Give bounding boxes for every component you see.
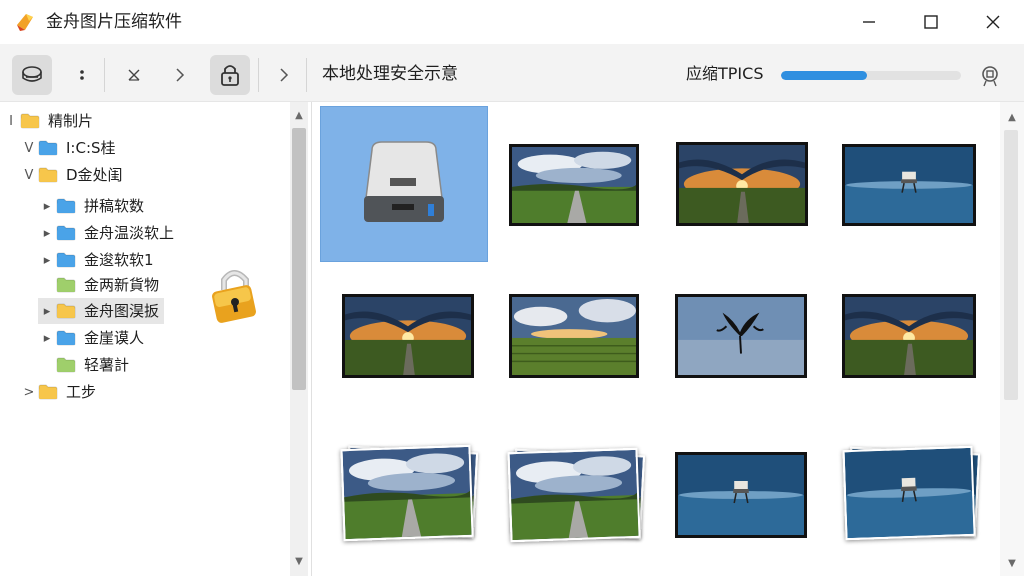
tree-item[interactable]: I 精制片 xyxy=(2,108,93,134)
photo-lake-hut-stack[interactable] xyxy=(842,445,976,541)
drive-icon xyxy=(22,66,42,82)
photo-lake-hut-2[interactable] xyxy=(675,452,807,538)
progress-label: 应缩TPICS xyxy=(686,64,764,83)
folder-icon xyxy=(56,330,76,346)
chevron-right-icon xyxy=(176,68,185,82)
lock-button[interactable] xyxy=(210,55,250,95)
grid-scroll-thumb[interactable] xyxy=(1004,130,1018,400)
folder-icon xyxy=(56,252,76,268)
photo-sunset-field[interactable] xyxy=(676,142,808,226)
folder-icon xyxy=(56,277,76,293)
lock-icon xyxy=(221,65,239,86)
expand-chevron-icon[interactable]: V xyxy=(20,168,38,183)
grid-scrollbar[interactable]: ▲ ▼ xyxy=(1000,102,1024,576)
title-bar: 金舟图片压缩软件 xyxy=(0,0,1024,44)
thumbnail-grid xyxy=(314,102,1000,576)
cut-button[interactable] xyxy=(114,55,154,95)
tree-item[interactable]: V I:C:S桂 xyxy=(20,135,116,161)
more-vertical-icon xyxy=(80,70,84,80)
chevron-right-icon xyxy=(280,68,289,82)
folder-icon xyxy=(56,198,76,214)
app-logo-icon xyxy=(17,14,33,31)
scroll-up-icon[interactable]: ▲ xyxy=(1000,112,1024,123)
maximize-button[interactable] xyxy=(900,0,962,44)
more-button[interactable] xyxy=(62,55,102,95)
drive-icon xyxy=(364,141,444,222)
close-button[interactable] xyxy=(962,0,1024,44)
tree-item-label: 金逡软软1 xyxy=(84,251,154,269)
tree-item-label: 轻薯計 xyxy=(84,356,130,374)
tree-item[interactable]: ▸ 金舟图淏扳 xyxy=(38,298,164,324)
expand-chevron-icon[interactable]: > xyxy=(20,385,38,400)
maximize-icon xyxy=(924,15,938,29)
tree-item[interactable]: V D金处闺 xyxy=(20,162,123,188)
expand-chevron-icon[interactable]: V xyxy=(20,141,38,156)
tree-item-label: 金崖谟人 xyxy=(84,329,145,347)
folder-icon xyxy=(56,225,76,241)
folder-icon xyxy=(20,113,40,129)
close-icon xyxy=(986,15,1000,29)
tree-item-label: 精制片 xyxy=(48,112,94,130)
tree-item-label: 金两新貨物 xyxy=(84,276,160,294)
tree-item-label: 金舟温淡软上 xyxy=(84,224,175,242)
photo-lake-hut[interactable] xyxy=(842,144,976,226)
tree-scroll-thumb[interactable] xyxy=(292,128,306,390)
tree-item[interactable]: ▸ 拼稿软数 xyxy=(38,193,144,219)
app-title: 金舟图片压缩软件 xyxy=(46,12,182,32)
expand-chevron-icon[interactable]: ▸ xyxy=(38,304,56,319)
expand-chevron-icon[interactable]: ▸ xyxy=(38,226,56,241)
minimize-button[interactable] xyxy=(838,0,900,44)
tree-item-label: 拼稿软数 xyxy=(84,197,145,215)
scroll-down-icon[interactable]: ▼ xyxy=(290,556,308,567)
toolbar: 本地处理安全示意 应缩TPICS xyxy=(0,44,1024,102)
folder-icon xyxy=(38,167,58,183)
pin-icon[interactable] xyxy=(978,64,1002,88)
photo-sunset-field-3[interactable] xyxy=(842,294,976,378)
expand-chevron-icon[interactable]: I xyxy=(2,114,20,129)
tree-item-label: 金舟图淏扳 xyxy=(84,302,160,320)
tree-item-label: D金处闺 xyxy=(66,166,123,184)
scroll-down-icon[interactable]: ▼ xyxy=(1000,558,1024,569)
scroll-up-icon[interactable]: ▲ xyxy=(290,110,308,121)
padlock-icon xyxy=(212,270,256,323)
removable-drive[interactable] xyxy=(320,106,488,262)
tree-item[interactable]: 轻薯計 xyxy=(38,352,129,378)
progress-fill xyxy=(781,71,868,80)
compression-progress xyxy=(781,71,961,80)
forward-button[interactable] xyxy=(160,55,200,95)
tree-item-label: I:C:S桂 xyxy=(66,139,116,157)
expand-chevron-icon[interactable]: ▸ xyxy=(38,253,56,268)
tree-item[interactable]: 金两新貨物 xyxy=(38,272,159,298)
tree-item[interactable]: ▸ 金逡软软1 xyxy=(38,247,154,273)
minimize-icon xyxy=(863,21,875,23)
tree-item[interactable]: > 工步 xyxy=(20,379,96,405)
folder-tree: ▲ ▼ I 精制片 V I:C:S桂 V D金处闺 ▸ 拼稿软数 ▸ 金舟温淡软上 ▸ 金逡软软1 金两… xyxy=(0,102,312,576)
photo-field-clouds[interactable] xyxy=(509,294,639,378)
photo-dark-tree-lake[interactable] xyxy=(675,294,807,378)
folder-icon xyxy=(56,357,76,373)
close-icon xyxy=(128,69,140,81)
folder-icon xyxy=(38,384,58,400)
drive-button[interactable] xyxy=(12,55,52,95)
tree-scrollbar[interactable]: ▲ ▼ xyxy=(290,102,308,576)
breadcrumb-chevron[interactable] xyxy=(264,55,304,95)
tree-item-label: 工步 xyxy=(66,383,97,401)
photo-road-sky-stack-2[interactable] xyxy=(507,447,641,543)
tree-item[interactable]: ▸ 金舟温淡软上 xyxy=(38,220,174,246)
folder-icon xyxy=(38,140,58,156)
tree-item[interactable]: ▸ 金崖谟人 xyxy=(38,325,144,351)
folder-icon xyxy=(56,303,76,319)
photo-road-sky-stack[interactable] xyxy=(340,444,474,542)
photo-sunset-field-2[interactable] xyxy=(342,294,474,378)
photo-road-sky[interactable] xyxy=(509,144,639,226)
expand-chevron-icon[interactable]: ▸ xyxy=(38,331,56,346)
expand-chevron-icon[interactable]: ▸ xyxy=(38,199,56,214)
location-title: 本地处理安全示意 xyxy=(322,64,458,84)
